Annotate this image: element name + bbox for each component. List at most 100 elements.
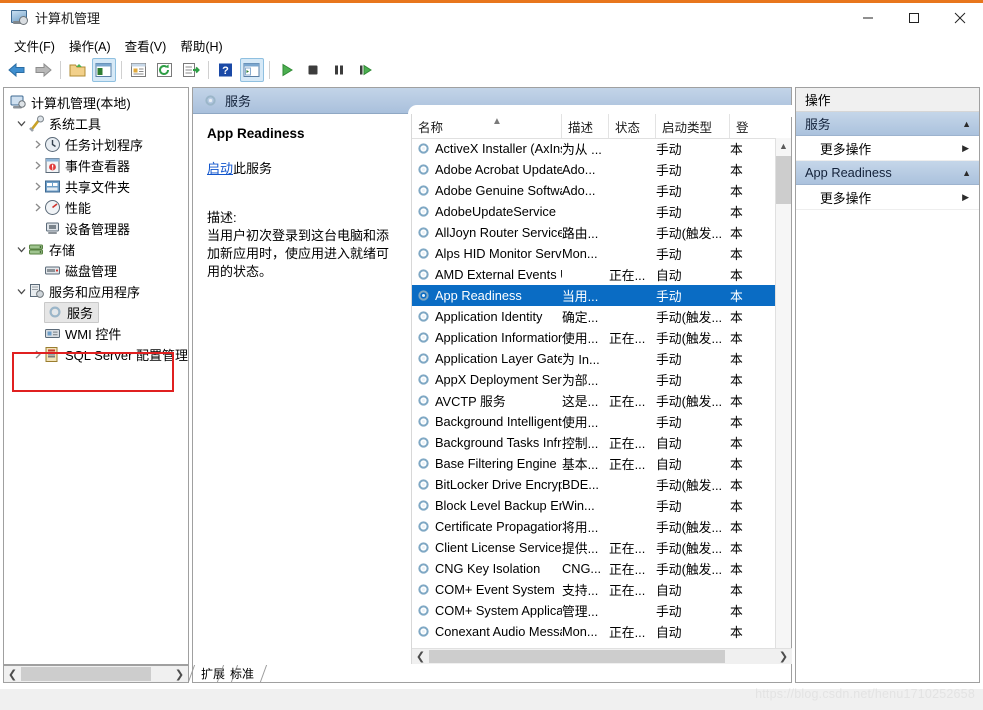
table-row[interactable]: Alps HID Monitor ServiceMon... 手动 本 [412,243,777,264]
table-row[interactable]: AVCTP 服务 这是... 正在... 手动(触发... 本 [412,390,777,411]
tab-standard[interactable]: 标准 [216,665,268,682]
table-row[interactable]: Background Intelligent T...使用... 手动 本 [412,411,777,432]
table-row[interactable]: AdobeUpdateService 手动 本 [412,201,777,222]
table-row[interactable]: ActiveX Installer (AxInstSV)为从 ... 手动 本 [412,138,777,159]
menu-file[interactable]: 文件(F) [9,34,64,57]
table-row[interactable]: Adobe Genuine Software...Ado... 手动 本 [412,180,777,201]
sidebar-item-disk-management[interactable]: 磁盘管理 [4,260,188,281]
list-horizontal-scrollbar[interactable]: ❮ ❯ [412,648,792,664]
table-row[interactable]: AllJoyn Router Service 路由... 手动(触发... 本 [412,222,777,243]
sidebar-item-system-tools[interactable]: 系统工具 [4,113,188,134]
chevron-down-icon[interactable] [14,113,28,134]
table-row[interactable]: Block Level Backup Engi...Win... 手动 本 [412,495,777,516]
help-icon[interactable]: ? [214,58,238,82]
table-row[interactable]: Conexant Audio Messag...Mon... 正在... 自动 本 [412,621,777,642]
sidebar-item-performance[interactable]: 性能 [4,197,188,218]
cell-description: 为 In... [562,352,600,367]
forward-icon[interactable] [31,58,55,82]
table-row[interactable]: AMD External Events Utility 正在... 自动 本 [412,264,777,285]
properties-icon[interactable] [127,58,151,82]
table-row[interactable]: Application Information 使用... 正在... 手动(触发..… [412,327,777,348]
scroll-right-icon[interactable]: ❯ [775,649,792,665]
collapse-up-icon[interactable]: ▲ [962,168,971,178]
service-icon [416,225,431,240]
sidebar-item-shared-folders[interactable]: 共享文件夹 [4,176,188,197]
start-service-link[interactable]: 启动 [207,161,233,176]
column-startup-type[interactable]: 启动类型 [656,114,730,138]
minimize-icon[interactable] [845,3,891,33]
scroll-left-icon[interactable]: ❮ [4,666,21,682]
table-row[interactable]: Certificate Propagation 将用... 手动(触发... 本 [412,516,777,537]
column-description[interactable]: 描述 [562,114,609,138]
scroll-up-icon[interactable]: ▲ [776,138,791,154]
table-row[interactable]: CNG Key Isolation CNG... 正在... 手动(触发... 本 [412,558,777,579]
start-service-icon[interactable] [275,58,299,82]
back-icon[interactable] [5,58,29,82]
scroll-left-icon[interactable]: ❮ [412,649,429,665]
export-list-icon[interactable] [179,58,203,82]
sidebar-item-storage[interactable]: 存储 [4,239,188,260]
cell-logon-as: 本 [730,226,743,241]
cell-description [562,264,609,285]
actions-group-services[interactable]: 服务 ▲ [796,112,979,136]
cell-startup-type: 手动 [656,604,682,619]
chevron-down-icon[interactable] [14,281,28,302]
sidebar-item-event-viewer[interactable]: 事件查看器 [4,155,188,176]
refresh-icon[interactable] [153,58,177,82]
chevron-right-icon[interactable] [30,155,44,176]
collapse-up-icon[interactable]: ▲ [962,119,971,129]
sidebar-item-services[interactable]: 服务 [4,302,188,323]
chevron-down-icon[interactable] [14,239,28,260]
table-row[interactable]: COM+ Event System 支持... 正在... 自动 本 [412,579,777,600]
table-row[interactable]: AppX Deployment Servic...为部... 手动 本 [412,369,777,390]
service-icon [416,351,431,366]
column-status[interactable]: 状态 [609,114,656,138]
table-row[interactable]: Base Filtering Engine 基本... 正在... 自动 本 [412,453,777,474]
column-logon-as[interactable]: 登 [730,114,777,138]
sidebar-item-services-selected[interactable]: 服务 [44,302,100,323]
tree-horizontal-scrollbar[interactable]: ❮ ❯ [3,665,189,683]
vscroll-thumb[interactable] [776,156,791,204]
column-name[interactable]: 名称 ▲ [412,114,562,138]
sidebar-item-device-manager[interactable]: 设备管理器 [4,218,188,239]
task-scheduler-icon [44,136,61,153]
table-row[interactable]: BitLocker Drive Encryptio...BDE... 手动(触发.… [412,474,777,495]
table-row[interactable]: App Readiness 当用... 手动 本 [412,285,777,306]
pause-service-icon[interactable] [327,58,351,82]
stop-service-icon[interactable] [301,58,325,82]
menu-action[interactable]: 操作(A) [64,34,120,57]
actions-group-app-readiness[interactable]: App Readiness ▲ [796,161,979,185]
list-hscroll-thumb[interactable] [429,650,725,663]
chevron-right-icon[interactable] [30,134,44,155]
cell-startup-type: 手动 [656,373,682,388]
table-row[interactable]: Application Layer Gatewa...为 In... 手动 本 [412,348,777,369]
show-hide-tree-icon[interactable] [92,58,116,82]
cell-description: Ado... [562,183,596,198]
sidebar-item-services-and-applications[interactable]: 服务和应用程序 [4,281,188,302]
table-row[interactable]: Client License Service (Cli...提供... 正在...… [412,537,777,558]
service-icon [416,246,431,261]
sidebar-item-task-scheduler[interactable]: 任务计划程序 [4,134,188,155]
maximize-icon[interactable] [891,3,937,33]
tree-hscroll-thumb[interactable] [21,667,151,681]
table-row[interactable]: Application Identity 确定... 手动(触发... 本 [412,306,777,327]
more-actions-app-readiness[interactable]: 更多操作 ▶ [796,185,979,210]
cell-name: Background Intelligent T... [412,411,562,432]
table-row[interactable]: Background Tasks Infras...控制... 正在... 自动 本 [412,432,777,453]
scroll-right-icon[interactable]: ❯ [171,666,188,682]
table-row[interactable]: COM+ System Application管理... 手动 本 [412,600,777,621]
more-actions-services[interactable]: 更多操作 ▶ [796,136,979,161]
show-action-pane-icon[interactable] [240,58,264,82]
cell-name: Adobe Acrobat Update S... [412,159,562,180]
chevron-right-icon[interactable] [30,176,44,197]
up-folder-icon[interactable] [66,58,90,82]
menu-view[interactable]: 查看(V) [120,34,176,57]
list-vertical-scrollbar[interactable]: ▲ ▼ [775,138,791,664]
restart-service-icon[interactable] [353,58,377,82]
close-icon[interactable] [937,3,983,33]
tree-root-computer-management[interactable]: 计算机管理(本地) [4,92,188,113]
table-row[interactable]: Adobe Acrobat Update S...Ado... 手动 本 [412,159,777,180]
chevron-right-icon[interactable] [30,197,44,218]
sidebar-item-wmi-control[interactable]: WMI 控件 [4,323,188,344]
menu-help[interactable]: 帮助(H) [175,34,231,57]
